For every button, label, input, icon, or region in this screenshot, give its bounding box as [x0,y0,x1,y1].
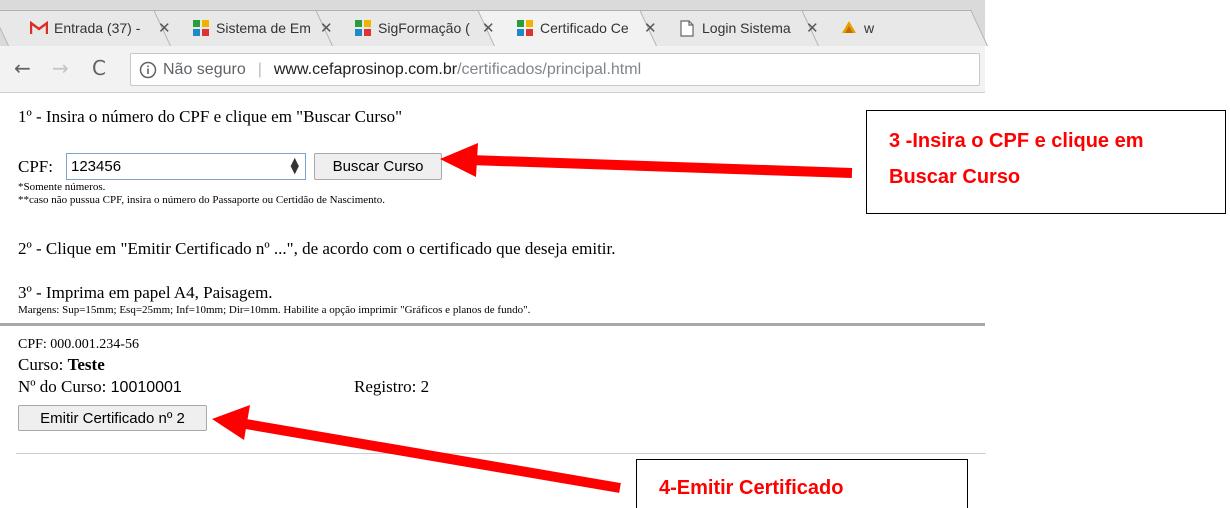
callout-step-3-line1: 3 -Insira o CPF e clique em [889,130,1144,152]
callout-step-4: 4-Emitir Certificado [636,459,968,508]
arrow-to-search [440,143,853,178]
callout-step-4-text: 4-Emitir Certificado [659,477,844,499]
callout-step-3: 3 -Insira o CPF e clique em Buscar Curso [866,110,1226,214]
arrow-to-emit [212,405,621,493]
annotation-arrows [212,143,853,493]
callout-step-3-line2: Buscar Curso [889,166,1021,188]
